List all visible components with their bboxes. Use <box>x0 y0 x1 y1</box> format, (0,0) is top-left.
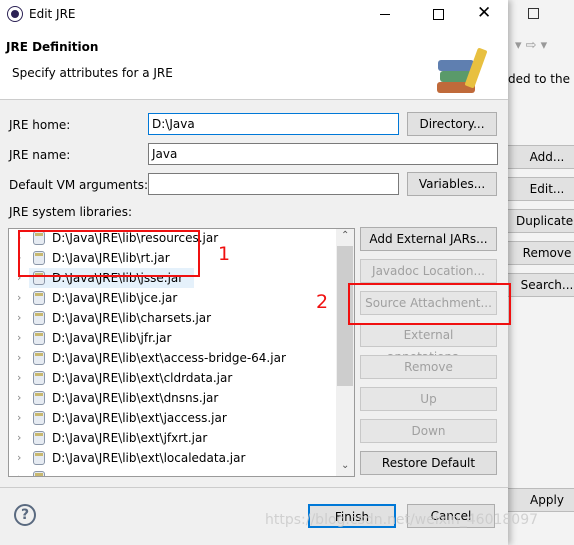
library-path: D:\Java\JRE\lib\ext\jaccess.jar <box>52 411 227 425</box>
restore-default-button[interactable]: Restore Default <box>360 451 497 475</box>
jar-icon <box>33 391 45 405</box>
background-nav-arrows-icon[interactable]: ▾ ⇨ ▾ <box>515 38 547 53</box>
jar-icon <box>33 291 45 305</box>
library-path: D:\Java\JRE\lib\ext\dnsns.jar <box>52 391 219 405</box>
expand-chevron-icon[interactable]: › <box>17 388 21 408</box>
library-item-partial[interactable]: › <box>9 468 339 476</box>
expand-chevron-icon[interactable]: › <box>17 428 21 448</box>
jar-icon <box>33 451 45 465</box>
library-path: D:\Java\JRE\lib\charsets.jar <box>52 311 212 325</box>
jar-icon <box>33 331 45 345</box>
library-path: D:\Java\JRE\lib\jfr.jar <box>52 331 172 345</box>
title-bar: Edit JRE ✕ <box>0 0 508 30</box>
scroll-down-icon[interactable]: ⌄ <box>341 460 349 471</box>
expand-chevron-icon[interactable]: › <box>17 468 21 476</box>
footer-divider <box>0 487 508 488</box>
up-button[interactable]: Up <box>360 387 497 411</box>
jre-name-input[interactable]: Java <box>148 143 498 165</box>
jar-icon <box>33 471 45 476</box>
background-edit-button[interactable]: Edit... <box>508 177 574 201</box>
directory-button[interactable]: Directory... <box>407 112 497 136</box>
annotation-number-1: 1 <box>218 243 231 265</box>
variables-button[interactable]: Variables... <box>407 172 497 196</box>
background-apply-button[interactable]: Apply <box>508 488 574 512</box>
library-item[interactable]: › D:\Java\JRE\lib\jfr.jar <box>9 328 339 348</box>
library-item[interactable]: › D:\Java\JRE\lib\ext\dnsns.jar <box>9 388 339 408</box>
annotation-box-2 <box>348 283 511 325</box>
annotation-box-1 <box>18 230 200 277</box>
scrollbar[interactable]: ⌃ ⌄ <box>336 229 354 476</box>
jar-icon <box>33 371 45 385</box>
javadoc-location-button[interactable]: Javadoc Location... <box>360 259 497 283</box>
background-maximize-icon[interactable] <box>528 8 539 19</box>
library-path: D:\Java\JRE\lib\jce.jar <box>52 291 178 305</box>
background-text: ded to the <box>508 72 570 86</box>
watermark: https://blog.csdn.net/weixin_46018097 <box>265 512 539 528</box>
library-path: D:\Java\JRE\lib\ext\cldrdata.jar <box>52 371 233 385</box>
background-search-button[interactable]: Search... <box>508 273 574 297</box>
close-icon[interactable]: ✕ <box>477 3 491 23</box>
eclipse-logo-icon <box>8 7 22 21</box>
expand-chevron-icon[interactable]: › <box>17 408 21 428</box>
expand-chevron-icon[interactable]: › <box>17 348 21 368</box>
jre-home-input[interactable]: D:\Java <box>148 113 399 135</box>
expand-chevron-icon[interactable]: › <box>17 368 21 388</box>
down-button[interactable]: Down <box>360 419 497 443</box>
maximize-icon[interactable] <box>433 9 444 20</box>
jar-icon <box>33 411 45 425</box>
scroll-up-icon[interactable]: ⌃ <box>341 230 349 241</box>
jre-name-label: JRE name: <box>9 148 71 162</box>
library-item[interactable]: › D:\Java\JRE\lib\ext\localedata.jar <box>9 448 339 468</box>
library-item[interactable]: › D:\Java\JRE\lib\ext\jfxrt.jar <box>9 428 339 448</box>
background-add-button[interactable]: Add... <box>508 145 574 169</box>
vm-args-label: Default VM arguments: <box>9 178 149 192</box>
jar-icon <box>33 431 45 445</box>
library-item[interactable]: › D:\Java\JRE\lib\charsets.jar <box>9 308 339 328</box>
expand-chevron-icon[interactable]: › <box>17 308 21 328</box>
jar-icon <box>33 311 45 325</box>
library-item[interactable]: › D:\Java\JRE\lib\ext\jaccess.jar <box>9 408 339 428</box>
annotation-number-2: 2 <box>316 291 329 313</box>
background-duplicate-button[interactable]: Duplicate... <box>508 209 574 233</box>
external-annotations-button[interactable]: External annotations... <box>360 323 497 364</box>
expand-chevron-icon[interactable]: › <box>17 288 21 308</box>
library-item[interactable]: › D:\Java\JRE\lib\ext\access-bridge-64.ja… <box>9 348 339 368</box>
jre-home-label: JRE home: <box>9 118 71 132</box>
books-icon <box>437 46 488 96</box>
library-path: D:\Java\JRE\lib\ext\access-bridge-64.jar <box>52 351 286 365</box>
vm-args-input[interactable] <box>148 173 399 195</box>
library-item[interactable]: › D:\Java\JRE\lib\ext\cldrdata.jar <box>9 368 339 388</box>
add-external-jars-button[interactable]: Add External JARs... <box>360 227 497 251</box>
background-remove-button[interactable]: Remove <box>508 241 574 265</box>
window-title: Edit JRE <box>29 7 76 21</box>
dialog-header: JRE Definition Specify attributes for a … <box>0 30 508 100</box>
remove-button[interactable]: Remove <box>360 355 497 379</box>
minimize-icon[interactable] <box>380 14 390 15</box>
library-item[interactable]: › D:\Java\JRE\lib\jce.jar <box>9 288 339 308</box>
libraries-label: JRE system libraries: <box>9 205 132 219</box>
library-path: D:\Java\JRE\lib\ext\jfxrt.jar <box>52 431 208 445</box>
library-path: D:\Java\JRE\lib\ext\localedata.jar <box>52 451 246 465</box>
expand-chevron-icon[interactable]: › <box>17 328 21 348</box>
jar-icon <box>33 351 45 365</box>
header-subtitle: Specify attributes for a JRE <box>12 66 173 80</box>
help-icon[interactable]: ? <box>14 504 36 526</box>
expand-chevron-icon[interactable]: › <box>17 448 21 468</box>
header-title: JRE Definition <box>6 40 99 54</box>
